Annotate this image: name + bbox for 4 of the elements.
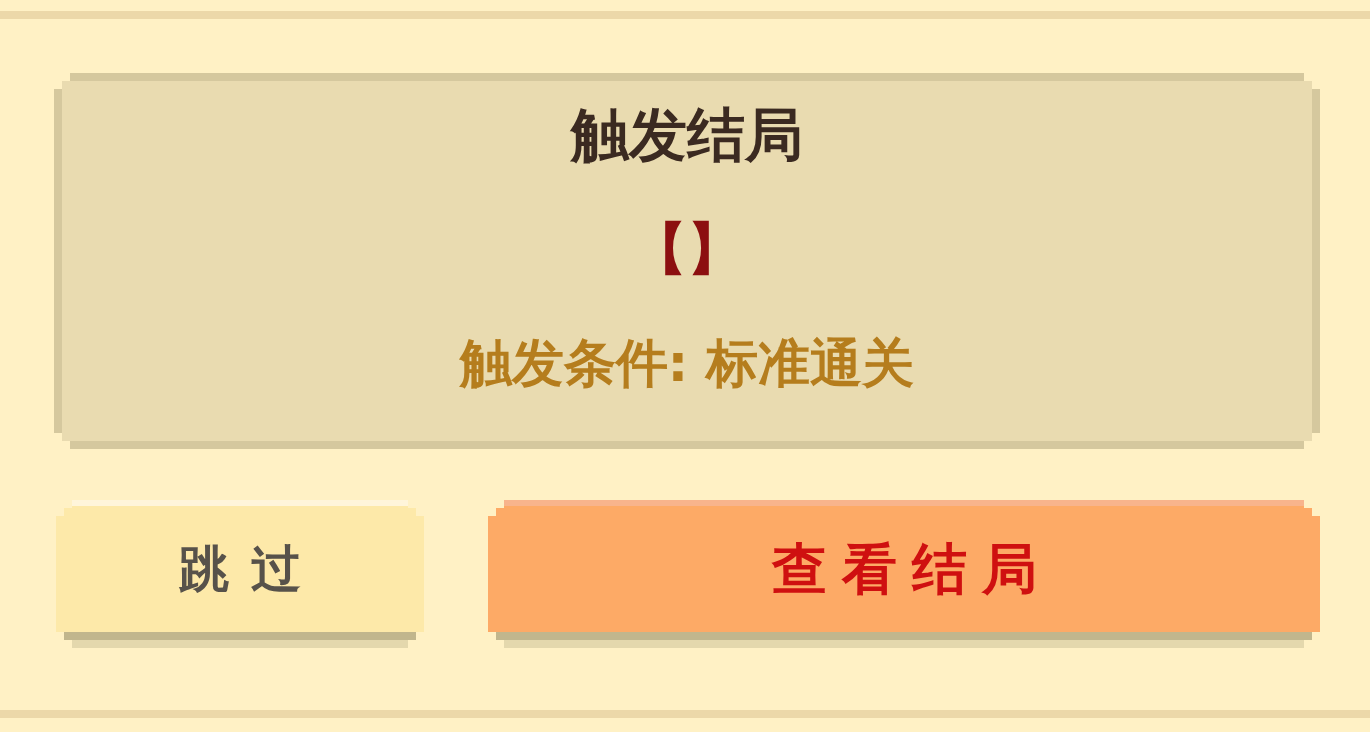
panel-title: 触发结局 bbox=[571, 103, 803, 167]
trigger-condition: 触发条件: 标准通关 bbox=[459, 332, 915, 395]
skip-button[interactable]: 跳过 bbox=[56, 500, 424, 648]
ending-name: 【】 bbox=[631, 217, 743, 281]
